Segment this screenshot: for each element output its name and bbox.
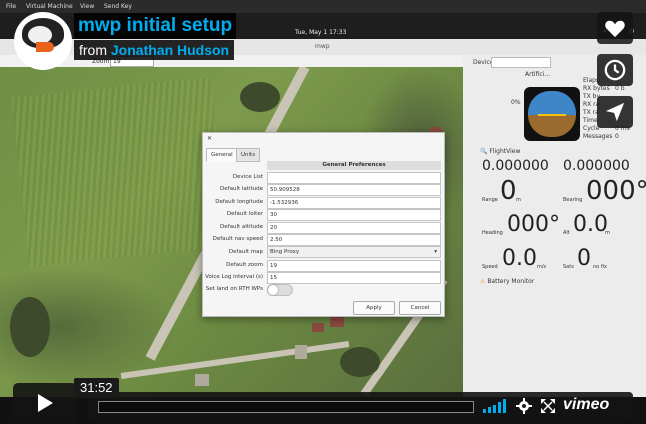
pref-field-zoom[interactable]: 19: [267, 260, 441, 272]
sats-unit: no fix: [593, 264, 607, 270]
bearing-label: Bearing: [563, 197, 583, 203]
tree: [240, 82, 280, 112]
longitude-value: 0.000000: [563, 158, 630, 174]
range-label: Range: [482, 197, 498, 203]
tab-units[interactable]: Units: [236, 148, 261, 162]
tab-general[interactable]: General: [206, 148, 238, 162]
horizon-ground: [528, 115, 576, 137]
clock-icon: [604, 59, 626, 81]
building: [312, 323, 324, 332]
settings-gear-icon[interactable]: [516, 398, 532, 414]
desktop-clock: Tue, May 1 17:33: [295, 29, 347, 36]
telemetry-value: 0 b: [615, 85, 625, 92]
map-select-value: Bing Proxy: [270, 249, 300, 255]
range-value: 0: [500, 176, 517, 206]
alt-unit: m: [605, 230, 610, 236]
pref-field-device-list[interactable]: [267, 172, 441, 184]
pref-field-nav-speed[interactable]: 2.50: [267, 234, 441, 246]
building: [330, 317, 344, 327]
horizon-sky: [528, 91, 576, 115]
heading-value: 000°: [507, 212, 560, 237]
pref-field-voice-log[interactable]: 15: [267, 272, 441, 284]
like-button[interactable]: [597, 12, 633, 44]
pref-field-longitude[interactable]: -1.532936: [267, 197, 441, 209]
play-button[interactable]: [13, 383, 77, 423]
video-byline: from Jonathan Hudson: [74, 40, 235, 60]
send-icon: [605, 102, 625, 122]
video-title[interactable]: mwp initial setup: [74, 13, 237, 39]
artificial-horizon-gauge: [524, 87, 580, 141]
section-title: General Preferences: [267, 161, 441, 170]
volume-icon[interactable]: [483, 399, 507, 413]
flightview-title: 🔍 FlightView: [480, 148, 521, 155]
alt-value: 0.0: [573, 212, 608, 237]
pref-label-voice-log: Voice Log interval (s): [205, 274, 263, 280]
sats-value: 0: [577, 246, 591, 271]
pref-label-altitude: Default altitude: [220, 224, 263, 230]
telemetry-label: RX bytes: [583, 85, 610, 92]
from-label: from: [79, 42, 107, 58]
field-area: [11, 77, 229, 267]
alt-label: Alt: [563, 230, 570, 236]
heading-label: Heading: [482, 230, 503, 236]
telemetry-label: Time: [583, 117, 598, 124]
vm-menu-send-key[interactable]: Send Key: [104, 3, 132, 10]
warning-icon: ⚠: [480, 278, 486, 285]
telemetry-value: 0: [615, 133, 619, 140]
pref-label-longitude: Default longitude: [215, 199, 263, 205]
author-link[interactable]: Jonathan Hudson: [111, 42, 229, 58]
pref-label-loiter: Default loiter: [226, 211, 263, 217]
pref-field-loiter[interactable]: 30: [267, 209, 441, 221]
vm-menu-file[interactable]: File: [6, 3, 16, 10]
speed-value: 0.0: [502, 246, 537, 271]
land-rth-toggle[interactable]: [267, 284, 293, 296]
tree: [10, 297, 50, 357]
pref-label-device-list: Device List: [232, 174, 263, 180]
pref-label-latitude: Default latitude: [220, 186, 263, 192]
cancel-button[interactable]: Cancel: [399, 301, 441, 315]
latitude-value: 0.000000: [482, 158, 549, 174]
chevron-down-icon: ▾: [434, 249, 437, 255]
vm-menu-virtual-machine[interactable]: Virtual Machine: [26, 3, 73, 10]
close-icon[interactable]: ✕: [207, 135, 212, 142]
author-avatar[interactable]: [14, 12, 72, 70]
horizon-line: [538, 114, 566, 116]
video-frame[interactable]: File Virtual Machine View Send Key Tue, …: [0, 0, 646, 424]
pref-label-zoom: Default zoom: [226, 262, 263, 268]
pref-field-map-select[interactable]: Bing Proxy ▾: [267, 246, 441, 258]
preferences-dialog: ✕ General Units General Preferences Devi…: [202, 132, 445, 317]
building: [295, 345, 307, 359]
tree: [340, 347, 380, 377]
apply-button[interactable]: Apply: [353, 301, 395, 315]
puffin-beak: [36, 42, 54, 52]
building: [195, 374, 209, 386]
battery-monitor-title: ⚠ Battery Monitor: [480, 278, 535, 285]
bearing-value: 000°: [586, 176, 646, 206]
vm-menu-view[interactable]: View: [80, 3, 94, 10]
toggle-knob: [268, 285, 278, 295]
pref-label-map: Default map: [228, 249, 263, 255]
vm-menubar: File Virtual Machine View Send Key: [0, 0, 646, 13]
status-percent: 0%: [511, 99, 521, 106]
watch-later-button[interactable]: [597, 54, 633, 86]
share-button[interactable]: [597, 96, 633, 128]
app-window-title: mwp: [315, 43, 330, 50]
progress-bar[interactable]: [98, 401, 474, 413]
sats-label: Sats: [563, 264, 574, 270]
speed-unit: m/s: [537, 264, 547, 270]
artificial-horizon-label: Artifici...: [525, 71, 551, 78]
heart-icon: [605, 20, 625, 38]
device-select[interactable]: [491, 57, 551, 68]
pref-field-latitude[interactable]: 50.909528: [267, 184, 441, 196]
fullscreen-icon[interactable]: [541, 399, 555, 413]
pref-label-land-rth: Set land on RTH WPs: [205, 286, 263, 292]
vimeo-logo[interactable]: vimeo: [563, 396, 609, 414]
telemetry-label: Messages: [583, 133, 613, 140]
pref-field-altitude[interactable]: 20: [267, 222, 441, 234]
timecode: 31:52: [74, 378, 119, 398]
pref-label-nav-speed: Default nav speed: [212, 236, 263, 242]
play-icon: [38, 394, 53, 412]
speed-label: Speed: [482, 264, 498, 270]
range-unit: m: [516, 197, 521, 203]
